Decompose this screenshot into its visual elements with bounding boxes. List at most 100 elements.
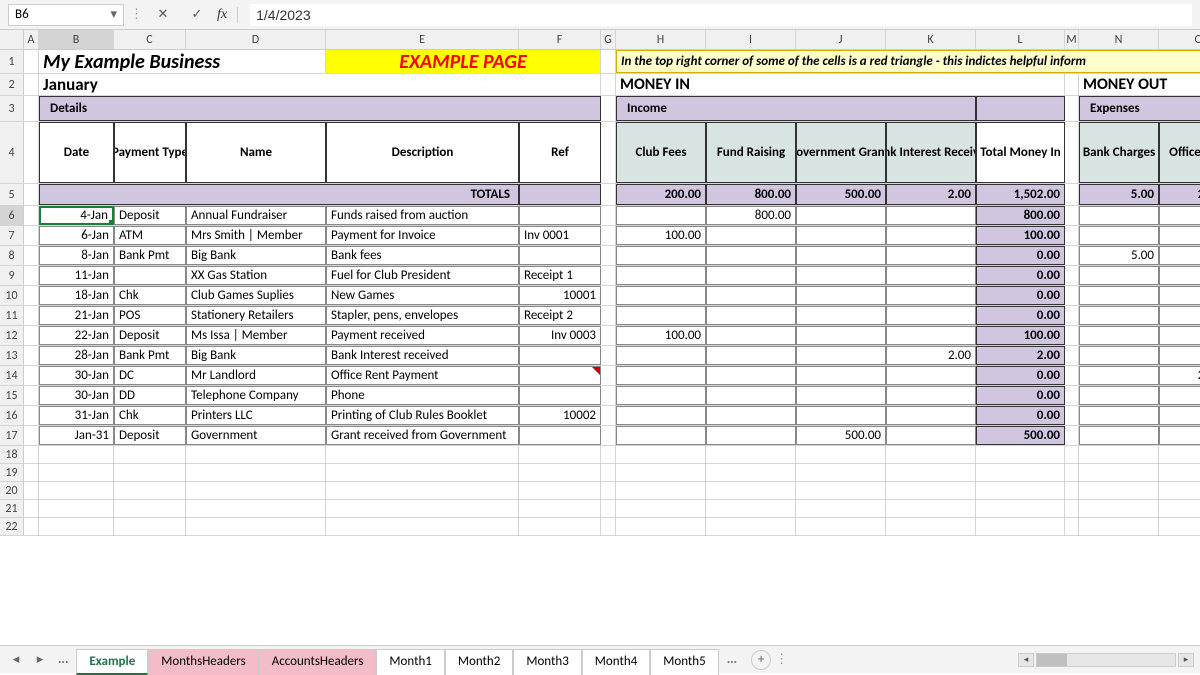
row-header-11[interactable]: 11 — [0, 306, 24, 326]
cell[interactable] — [601, 306, 616, 325]
cell[interactable] — [24, 306, 39, 325]
cell-ref[interactable]: Inv 0001 — [519, 226, 601, 245]
row-header-9[interactable]: 9 — [0, 266, 24, 286]
cell[interactable] — [601, 326, 616, 345]
cell-rent[interactable] — [1159, 346, 1200, 365]
hdr-charges[interactable]: Bank Charges — [1079, 122, 1159, 183]
month-label[interactable]: January — [39, 74, 601, 95]
income-header[interactable]: Income — [616, 96, 976, 121]
tot-club[interactable]: 200.00 — [616, 184, 706, 205]
cell-date[interactable]: 4-Jan — [39, 206, 114, 225]
cell-club[interactable]: 100.00 — [616, 326, 706, 345]
tot-total[interactable]: 1,502.00 — [976, 184, 1065, 205]
col-header-A[interactable]: A — [24, 30, 39, 49]
cell-bank[interactable] — [886, 366, 976, 385]
cell[interactable] — [39, 482, 114, 499]
row-header-19[interactable]: 19 — [0, 464, 24, 482]
cell[interactable] — [706, 518, 796, 535]
cell-fund[interactable] — [706, 306, 796, 325]
cell-rent[interactable] — [1159, 226, 1200, 245]
cell-ref[interactable] — [519, 246, 601, 265]
cell-bank[interactable] — [886, 266, 976, 285]
cell-club[interactable] — [616, 206, 706, 225]
cell-ptype[interactable]: Bank Pmt — [114, 346, 186, 365]
cell[interactable] — [601, 482, 616, 499]
cell-fund[interactable] — [706, 226, 796, 245]
cell-ptype[interactable]: DC — [114, 366, 186, 385]
row-header-20[interactable]: 20 — [0, 482, 24, 500]
cell-ptype[interactable]: Deposit — [114, 326, 186, 345]
cell[interactable] — [1065, 286, 1079, 305]
cell-total[interactable]: 0.00 — [976, 266, 1065, 285]
hint-bar[interactable]: In the top right corner of some of the c… — [616, 50, 1200, 73]
cell[interactable] — [1065, 306, 1079, 325]
cell-fund[interactable] — [706, 366, 796, 385]
tab-more-left[interactable]: ... — [54, 652, 72, 667]
cell[interactable] — [39, 464, 114, 481]
row-header-21[interactable]: 21 — [0, 500, 24, 518]
cell[interactable] — [39, 446, 114, 463]
cell-name[interactable]: Printers LLC — [186, 406, 326, 425]
col-header-L[interactable]: L — [976, 30, 1065, 49]
cell-club[interactable] — [616, 386, 706, 405]
row-header-5[interactable]: 5 — [0, 184, 24, 206]
col-header-B[interactable]: B — [39, 30, 114, 49]
cell[interactable] — [976, 96, 1065, 121]
row-header-22[interactable]: 22 — [0, 518, 24, 536]
cell[interactable] — [601, 96, 616, 121]
cell[interactable] — [519, 500, 601, 517]
cell-total[interactable]: 0.00 — [976, 246, 1065, 265]
cell-rent[interactable] — [1159, 286, 1200, 305]
row-header-6[interactable]: 6 — [0, 206, 24, 226]
cell-name[interactable]: Mrs Smith | Member — [186, 226, 326, 245]
cell[interactable] — [601, 406, 616, 425]
cell-rent[interactable] — [1159, 246, 1200, 265]
cell-total[interactable]: 0.00 — [976, 286, 1065, 305]
cell-rent[interactable] — [1159, 266, 1200, 285]
cell[interactable] — [1159, 446, 1200, 463]
cell-club[interactable]: 100.00 — [616, 226, 706, 245]
cell-desc[interactable]: Phone — [326, 386, 519, 405]
cell[interactable] — [1065, 518, 1079, 535]
cell[interactable] — [1065, 206, 1079, 225]
cell-ptype[interactable]: Chk — [114, 286, 186, 305]
cell-bank[interactable] — [886, 206, 976, 225]
row-header-14[interactable]: 14 — [0, 366, 24, 386]
cell[interactable] — [24, 50, 39, 73]
cell-desc[interactable]: Funds raised from auction — [326, 206, 519, 225]
cell-fund[interactable] — [706, 406, 796, 425]
cell[interactable] — [601, 122, 616, 183]
cell[interactable] — [1079, 518, 1159, 535]
cell-charges[interactable] — [1079, 286, 1159, 305]
cell[interactable] — [24, 246, 39, 265]
cell-charges[interactable]: 5.00 — [1079, 246, 1159, 265]
col-header-M[interactable]: M — [1065, 30, 1079, 49]
cell[interactable] — [601, 74, 616, 95]
cell-bank[interactable] — [886, 326, 976, 345]
cell[interactable] — [24, 286, 39, 305]
sheet-tab-example[interactable]: Example — [76, 649, 148, 675]
cell-club[interactable] — [616, 406, 706, 425]
col-header-D[interactable]: D — [186, 30, 326, 49]
sheet-tab-month1[interactable]: Month1 — [376, 649, 444, 675]
cell-ref[interactable]: Receipt 1 — [519, 266, 601, 285]
cell[interactable] — [796, 482, 886, 499]
cell-fund[interactable] — [706, 286, 796, 305]
cell[interactable] — [601, 386, 616, 405]
hdr-bank[interactable]: Bank Interest Received — [886, 122, 976, 183]
scroll-left-icon[interactable]: ◂ — [1018, 653, 1034, 667]
cell-ptype[interactable]: ATM — [114, 226, 186, 245]
row-header-7[interactable]: 7 — [0, 226, 24, 246]
cell-club[interactable] — [616, 366, 706, 385]
cell[interactable] — [976, 482, 1065, 499]
cell[interactable] — [186, 482, 326, 499]
col-header-C[interactable]: C — [114, 30, 186, 49]
col-header-H[interactable]: H — [616, 30, 706, 49]
cell[interactable] — [1159, 500, 1200, 517]
hdr-ref[interactable]: Ref — [519, 122, 601, 183]
cell-desc[interactable]: Payment for Invoice — [326, 226, 519, 245]
sheet-tab-month2[interactable]: Month2 — [445, 649, 513, 675]
cell-desc[interactable]: Payment received — [326, 326, 519, 345]
fx-label[interactable]: fx — [217, 7, 238, 23]
cell[interactable] — [24, 74, 39, 95]
